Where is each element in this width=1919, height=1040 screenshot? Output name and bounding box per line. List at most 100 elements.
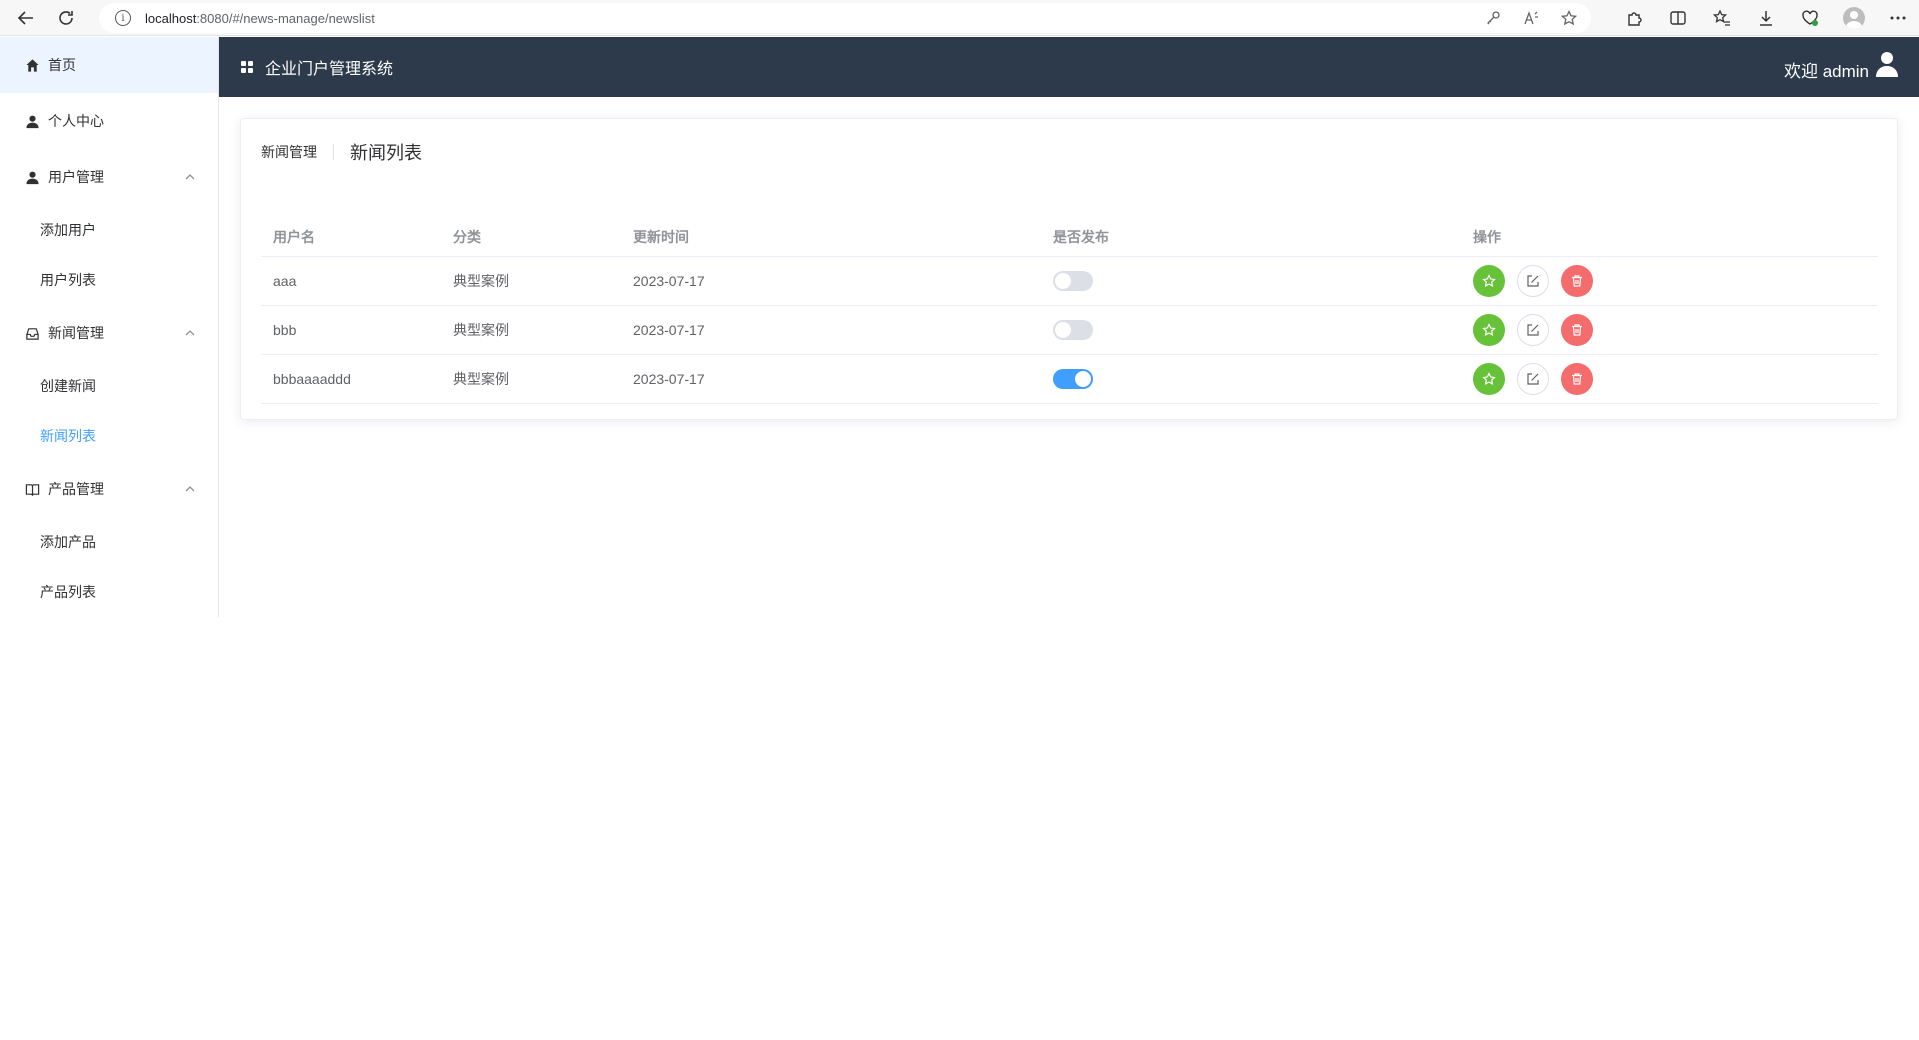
browser-toolbar: i localhost:8080/#/news-manage/newslist <box>0 0 1919 36</box>
table-row: bbbaaaaddd 典型案例 2023-07-17 <box>261 355 1878 404</box>
table-row: aaa 典型案例 2023-07-17 <box>261 257 1878 306</box>
app-title: 企业门户管理系统 <box>265 61 394 78</box>
delete-button[interactable] <box>1561 363 1593 395</box>
user-avatar-icon[interactable] <box>1875 51 1899 77</box>
address-bar[interactable]: i localhost:8080/#/news-manage/newslist <box>99 3 1591 33</box>
extensions-button[interactable] <box>1623 7 1645 29</box>
page-header-back[interactable]: 新闻管理 <box>261 142 317 162</box>
info-icon[interactable]: i <box>115 10 131 26</box>
downloads-button[interactable] <box>1755 7 1777 29</box>
column-header-username: 用户名 <box>273 228 315 245</box>
sidebar: 首页 个人中心 用户管理 添加用户 用户列表 新闻管理 创建新闻 新闻列表 产品… <box>0 37 219 617</box>
reload-button[interactable] <box>46 0 86 36</box>
delete-button[interactable] <box>1561 314 1593 346</box>
split-screen-button[interactable] <box>1667 7 1689 29</box>
favorites-button[interactable] <box>1711 7 1733 29</box>
chevron-up-icon <box>185 486 195 492</box>
news-list-card: 新闻管理 新闻列表 用户名 分类 更新时间 是否发布 操作 aaa 典型案例 2… <box>240 118 1898 420</box>
sidebar-item-add-product[interactable]: 添加产品 <box>0 517 218 567</box>
favorites-icon <box>1713 9 1730 26</box>
sidebar-item-label: 新闻管理 <box>48 325 104 341</box>
split-screen-icon <box>1670 11 1686 25</box>
cell-username: bbbaaaaddd <box>273 371 351 387</box>
cell-published <box>1041 369 1461 389</box>
heart-pulse-icon <box>1802 10 1818 26</box>
user-icon <box>24 113 40 129</box>
sidebar-submenu-product-management[interactable]: 产品管理 <box>0 461 218 517</box>
sidebar-item-label: 首页 <box>48 57 76 73</box>
table-header: 用户名 分类 更新时间 是否发布 操作 <box>261 217 1878 257</box>
star-button[interactable] <box>1473 314 1505 346</box>
key-icon[interactable] <box>1485 10 1501 26</box>
star-icon <box>1482 274 1496 288</box>
page-header: 新闻管理 新闻列表 <box>261 139 422 165</box>
back-button[interactable] <box>6 0 46 36</box>
column-header-published: 是否发布 <box>1053 228 1109 245</box>
column-header-actions: 操作 <box>1473 228 1501 245</box>
column-header-category: 分类 <box>453 228 481 245</box>
star-button[interactable] <box>1473 265 1505 297</box>
app-header: 企业门户管理系统 欢迎 admin <box>219 37 1919 97</box>
cell-updated: 2023-07-17 <box>633 322 705 338</box>
welcome-text[interactable]: 欢迎 admin <box>1784 57 1869 82</box>
url-host: localhost <box>145 10 197 26</box>
chevron-up-icon <box>185 174 195 180</box>
cell-updated: 2023-07-17 <box>633 273 705 289</box>
edit-button[interactable] <box>1517 363 1549 395</box>
chevron-up-icon <box>185 330 195 336</box>
trash-icon <box>1572 324 1582 336</box>
column-header-updated: 更新时间 <box>633 228 689 245</box>
puzzle-icon <box>1628 12 1642 26</box>
message-box-icon <box>24 325 40 341</box>
sidebar-submenu-news-management[interactable]: 新闻管理 <box>0 305 218 361</box>
sidebar-item-create-news[interactable]: 创建新闻 <box>0 361 218 411</box>
cell-category: 典型案例 <box>453 371 509 387</box>
sidebar-item-profile[interactable]: 个人中心 <box>0 93 218 149</box>
table-row: bbb 典型案例 2023-07-17 <box>261 306 1878 355</box>
arrow-left-icon <box>17 10 33 25</box>
cell-published <box>1041 271 1461 291</box>
cell-actions <box>1461 314 1878 346</box>
trash-icon <box>1572 275 1582 287</box>
cell-category: 典型案例 <box>453 273 509 289</box>
home-icon <box>24 57 40 73</box>
publish-switch[interactable] <box>1053 369 1093 389</box>
sidebar-item-label: 用户管理 <box>48 169 104 185</box>
sidebar-item-user-list[interactable]: 用户列表 <box>0 255 218 305</box>
profile-button[interactable] <box>1843 7 1865 29</box>
performance-button[interactable] <box>1799 7 1821 29</box>
favorite-star-icon[interactable] <box>1561 10 1577 26</box>
sidebar-submenu-user-management[interactable]: 用户管理 <box>0 149 218 205</box>
read-aloud-icon[interactable] <box>1523 10 1539 26</box>
star-icon <box>1482 372 1496 386</box>
edit-icon <box>1527 275 1539 287</box>
reload-icon <box>59 10 73 25</box>
cell-published <box>1041 320 1461 340</box>
sidebar-item-add-user[interactable]: 添加用户 <box>0 205 218 255</box>
more-menu-button[interactable] <box>1887 7 1909 29</box>
cell-actions <box>1461 363 1878 395</box>
cell-updated: 2023-07-17 <box>633 371 705 387</box>
profile-avatar-icon <box>1843 7 1865 29</box>
delete-button[interactable] <box>1561 265 1593 297</box>
news-table: 用户名 分类 更新时间 是否发布 操作 aaa 典型案例 2023-07-17 … <box>261 217 1878 404</box>
publish-switch[interactable] <box>1053 320 1093 340</box>
sidebar-item-news-list[interactable]: 新闻列表 <box>0 411 218 461</box>
edit-button[interactable] <box>1517 265 1549 297</box>
page-header-divider <box>333 144 334 160</box>
notebook-icon <box>24 481 40 497</box>
edit-icon <box>1527 373 1539 385</box>
sidebar-item-label: 产品管理 <box>48 481 104 497</box>
edit-button[interactable] <box>1517 314 1549 346</box>
sidebar-item-home[interactable]: 首页 <box>0 37 218 93</box>
cell-actions <box>1461 265 1878 297</box>
star-button[interactable] <box>1473 363 1505 395</box>
sidebar-item-product-list[interactable]: 产品列表 <box>0 567 218 617</box>
grid-menu-icon[interactable] <box>241 61 253 73</box>
cell-username: aaa <box>273 273 297 289</box>
url-path: :8080/#/news-manage/newslist <box>196 10 375 26</box>
sidebar-item-label: 个人中心 <box>48 113 104 129</box>
publish-switch[interactable] <box>1053 271 1093 291</box>
edit-icon <box>1527 324 1539 336</box>
download-icon <box>1760 11 1772 26</box>
